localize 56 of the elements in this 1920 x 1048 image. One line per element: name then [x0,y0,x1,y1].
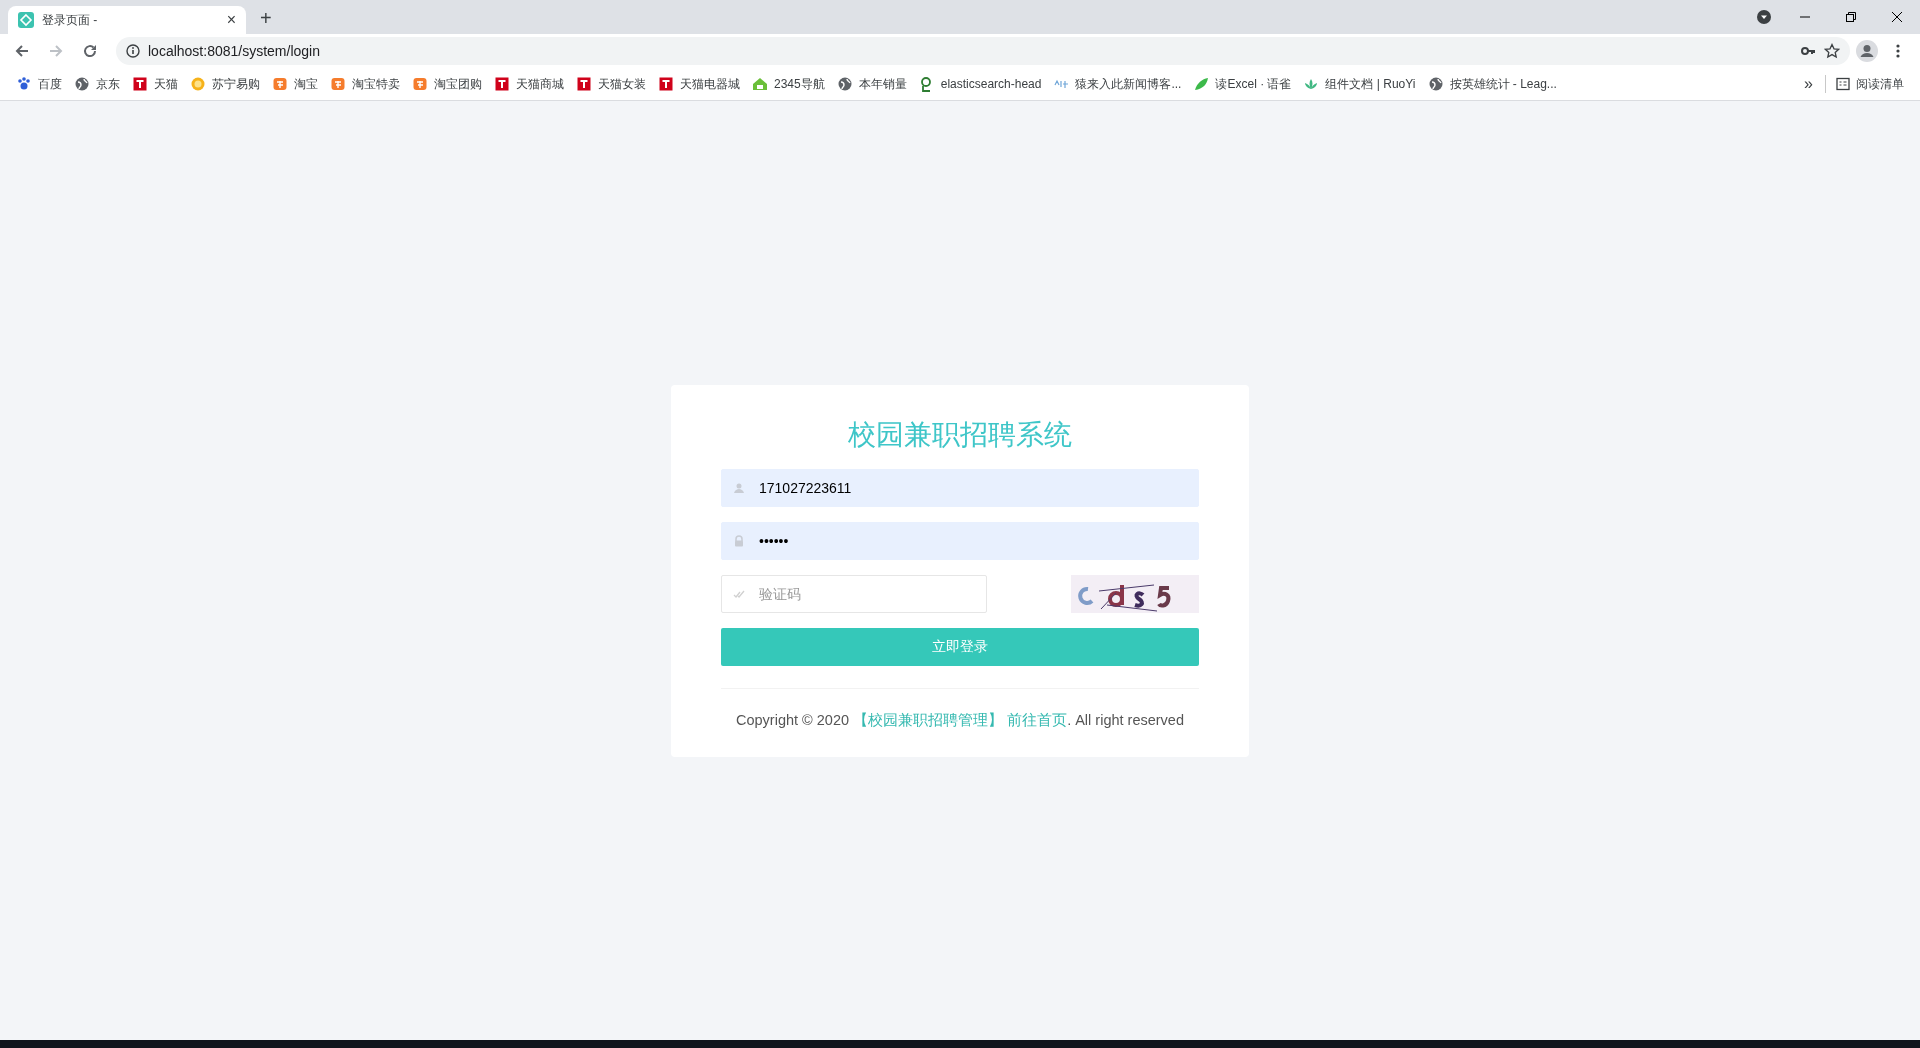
profile-avatar-icon[interactable] [1856,40,1878,62]
reading-list-button[interactable]: 阅读清单 [1830,75,1910,93]
bookmark[interactable]: 本年销量 [830,75,913,93]
rounded-tile-icon [412,76,428,92]
letter-tile-icon [494,76,510,92]
reload-icon [82,43,98,59]
letter-tile-icon [658,76,674,92]
back-arrow-icon [14,43,30,59]
bookmark[interactable]: 组件文档 | RuoYi [1297,75,1422,93]
letter-tile-icon [132,76,148,92]
bookmark[interactable]: 猿来入此新闻博客... [1047,75,1188,93]
sun-icon [190,76,206,92]
bookmark[interactable]: 天猫商城 [488,75,570,93]
bookmark[interactable]: 天猫 [126,75,184,93]
reading-list-icon [1836,77,1850,91]
letter-tile-icon [576,76,592,92]
bookmark[interactable]: 淘宝 [266,75,324,93]
tab-search-icon[interactable] [1756,9,1772,25]
bookmark[interactable]: 2345导航 [746,75,831,93]
rounded-tile-icon [330,76,346,92]
bookmark[interactable]: 淘宝特卖 [324,75,406,93]
captcha-field[interactable]: 验证码 [721,575,987,613]
bookmark[interactable]: 天猫女装 [570,75,652,93]
menu-dots-icon [1896,43,1900,59]
forward-arrow-icon [48,43,64,59]
globe-icon [74,76,90,92]
bookmark[interactable]: 淘宝团购 [406,75,488,93]
bookmarks-overflow-button[interactable]: » [1796,75,1821,93]
password-field[interactable]: •••••• [721,522,1199,560]
login-title: 校园兼职招聘系统 [847,418,1073,452]
globe-icon [1427,76,1444,92]
browser-tab[interactable]: 登录页面 - × [8,6,246,34]
bookmark[interactable]: elasticsearch-head [912,76,1048,92]
leaf-icon [1193,76,1210,92]
bookmark[interactable]: 按英雄统计 - Leag... [1421,75,1563,93]
tab-close-button[interactable]: × [226,11,236,29]
paw-icon [16,76,32,92]
bookmark[interactable]: 京东 [68,75,126,93]
bookmark[interactable]: 苏宁易购 [184,75,266,93]
globe-icon [836,76,853,92]
rounded-tile-icon [272,76,288,92]
address-bar[interactable]: localhost:8081/system/login [116,37,1850,65]
bookmark[interactable]: 读Excel · 语雀 [1187,75,1298,93]
tab-title: 登录页面 - [42,11,99,29]
username-field[interactable]: 171027223611 [721,469,1199,507]
copyright-text: Copyright © 2020 【校园兼职招聘管理】 前往首页. All right reserved [735,711,1185,730]
page-favicon-icon [18,12,34,28]
restore-icon [1845,11,1857,23]
house-icon [752,76,768,92]
bookmark[interactable]: 天猫电器城 [652,75,746,93]
star-icon[interactable] [1824,43,1840,59]
url-text: localhost:8081/system/login [148,43,321,59]
bookmark[interactable]: 百度 [10,75,68,93]
close-icon [1891,11,1903,23]
new-tab-button[interactable]: + [260,7,272,30]
info-icon[interactable] [126,44,140,58]
